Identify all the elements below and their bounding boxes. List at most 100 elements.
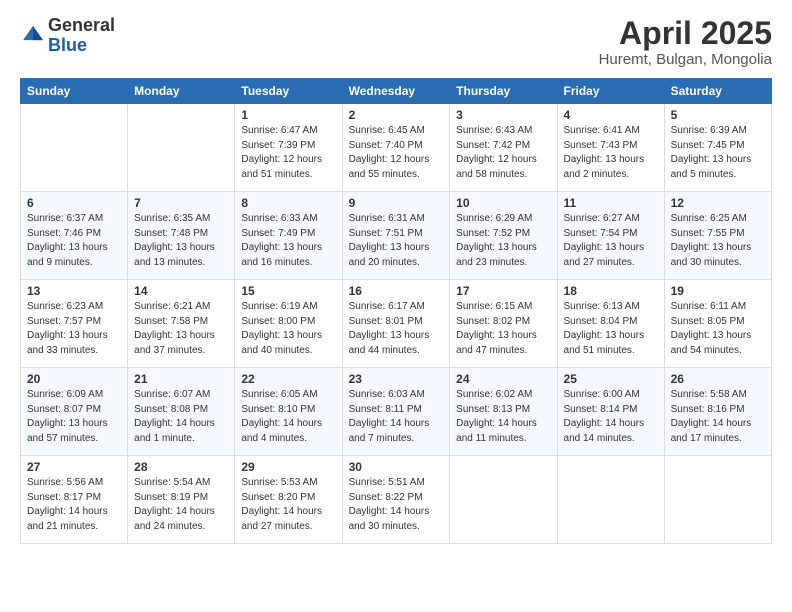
day-number: 21 — [134, 372, 228, 386]
table-row: 1 Sunrise: 6:47 AM Sunset: 7:39 PM Daylig… — [235, 104, 342, 192]
day-info: Sunrise: 6:13 AM Sunset: 8:04 PM Dayligh… — [564, 300, 658, 358]
table-row: 28Sunrise: 5:54 AM Sunset: 8:19 PM Dayli… — [128, 456, 235, 544]
day-info: Sunrise: 6:39 AM Sunset: 7:45 PM Dayligh… — [671, 124, 765, 182]
col-saturday: Saturday — [664, 79, 771, 104]
day-number: 24 — [456, 372, 550, 386]
table-row: 16 Sunrise: 6:17 AM Sunset: 8:01 PM Dayli… — [342, 280, 450, 368]
table-row: 19Sunrise: 6:11 AM Sunset: 8:05 PM Dayli… — [664, 280, 771, 368]
location: Huremt, Bulgan, Mongolia — [599, 51, 772, 68]
table-row: 6Sunrise: 6:37 AM Sunset: 7:46 PM Daylig… — [21, 192, 128, 280]
table-row: 14Sunrise: 6:21 AM Sunset: 7:58 PM Dayli… — [128, 280, 235, 368]
logo-general-text: General — [48, 15, 115, 35]
day-info: Sunrise: 6:11 AM Sunset: 8:05 PM Dayligh… — [671, 300, 765, 358]
day-info: Sunrise: 6:15 AM Sunset: 8:02 PM Dayligh… — [456, 300, 550, 358]
day-info: Sunrise: 5:53 AM Sunset: 8:20 PM Dayligh… — [241, 476, 335, 534]
col-wednesday: Wednesday — [342, 79, 450, 104]
table-row: 21 Sunrise: 6:07 AM Sunset: 8:08 PM Dayli… — [128, 368, 235, 456]
day-info: Sunrise: 6:00 AM Sunset: 8:14 PM Dayligh… — [564, 388, 658, 446]
day-info: Sunrise: 6:25 AM Sunset: 7:55 PM Dayligh… — [671, 212, 765, 270]
day-info: Sunrise: 6:43 AM Sunset: 7:42 PM Dayligh… — [456, 124, 550, 182]
day-number: 27 — [27, 460, 121, 474]
logo-blue-text: Blue — [48, 35, 87, 55]
day-number: 6 — [27, 196, 121, 210]
calendar-week-row: 27 Sunrise: 5:56 AM Sunset: 8:17 PM Dayli… — [21, 456, 772, 544]
day-info: Sunrise: 6:17 AM Sunset: 8:01 PM Dayligh… — [349, 300, 444, 358]
table-row — [128, 104, 235, 192]
day-number: 12 — [671, 196, 765, 210]
day-info: Sunrise: 6:33 AM Sunset: 7:49 PM Dayligh… — [241, 212, 335, 270]
day-info: Sunrise: 5:58 AM Sunset: 8:16 PM Dayligh… — [671, 388, 765, 446]
header: General Blue April 2025 Huremt, Bulgan, … — [20, 16, 772, 68]
day-number: 10 — [456, 196, 550, 210]
table-row: 23 Sunrise: 6:03 AM Sunset: 8:11 PM Dayli… — [342, 368, 450, 456]
day-number: 22 — [241, 372, 335, 386]
day-info: Sunrise: 6:27 AM Sunset: 7:54 PM Dayligh… — [564, 212, 658, 270]
title-block: April 2025 Huremt, Bulgan, Mongolia — [599, 16, 772, 68]
day-info: Sunrise: 6:41 AM Sunset: 7:43 PM Dayligh… — [564, 124, 658, 182]
day-number: 28 — [134, 460, 228, 474]
day-number: 18 — [564, 284, 658, 298]
day-info: Sunrise: 6:07 AM Sunset: 8:08 PM Dayligh… — [134, 388, 228, 446]
day-number: 11 — [564, 196, 658, 210]
day-info: Sunrise: 6:45 AM Sunset: 7:40 PM Dayligh… — [349, 124, 444, 182]
page: General Blue April 2025 Huremt, Bulgan, … — [0, 0, 792, 612]
table-row: 12 Sunrise: 6:25 AM Sunset: 7:55 PM Dayli… — [664, 192, 771, 280]
day-number: 23 — [349, 372, 444, 386]
table-row: 4Sunrise: 6:41 AM Sunset: 7:43 PM Daylig… — [557, 104, 664, 192]
day-number: 13 — [27, 284, 121, 298]
day-info: Sunrise: 6:31 AM Sunset: 7:51 PM Dayligh… — [349, 212, 444, 270]
table-row: 5Sunrise: 6:39 AM Sunset: 7:45 PM Daylig… — [664, 104, 771, 192]
table-row: 15 Sunrise: 6:19 AM Sunset: 8:00 PM Dayli… — [235, 280, 342, 368]
calendar-week-row: 6Sunrise: 6:37 AM Sunset: 7:46 PM Daylig… — [21, 192, 772, 280]
day-info: Sunrise: 6:19 AM Sunset: 8:00 PM Dayligh… — [241, 300, 335, 358]
day-number: 15 — [241, 284, 335, 298]
day-info: Sunrise: 6:09 AM Sunset: 8:07 PM Dayligh… — [27, 388, 121, 446]
day-number: 9 — [349, 196, 444, 210]
day-number: 29 — [241, 460, 335, 474]
table-row: 27 Sunrise: 5:56 AM Sunset: 8:17 PM Dayli… — [21, 456, 128, 544]
calendar-week-row: 13 Sunrise: 6:23 AM Sunset: 7:57 PM Dayli… — [21, 280, 772, 368]
logo: General Blue — [20, 16, 115, 56]
col-monday: Monday — [128, 79, 235, 104]
table-row: 22 Sunrise: 6:05 AM Sunset: 8:10 PM Dayli… — [235, 368, 342, 456]
table-row: 18 Sunrise: 6:13 AM Sunset: 8:04 PM Dayli… — [557, 280, 664, 368]
month-title: April 2025 — [599, 16, 772, 51]
day-number: 20 — [27, 372, 121, 386]
col-sunday: Sunday — [21, 79, 128, 104]
table-row: 17 Sunrise: 6:15 AM Sunset: 8:02 PM Dayli… — [450, 280, 557, 368]
day-info: Sunrise: 5:56 AM Sunset: 8:17 PM Dayligh… — [27, 476, 121, 534]
table-row — [664, 456, 771, 544]
table-row: 26 Sunrise: 5:58 AM Sunset: 8:16 PM Dayli… — [664, 368, 771, 456]
table-row: 29 Sunrise: 5:53 AM Sunset: 8:20 PM Dayli… — [235, 456, 342, 544]
table-row: 3 Sunrise: 6:43 AM Sunset: 7:42 PM Daylig… — [450, 104, 557, 192]
calendar-header-row: Sunday Monday Tuesday Wednesday Thursday… — [21, 79, 772, 104]
day-info: Sunrise: 6:47 AM Sunset: 7:39 PM Dayligh… — [241, 124, 335, 182]
day-number: 30 — [349, 460, 444, 474]
day-info: Sunrise: 6:23 AM Sunset: 7:57 PM Dayligh… — [27, 300, 121, 358]
day-number: 17 — [456, 284, 550, 298]
table-row: 30 Sunrise: 5:51 AM Sunset: 8:22 PM Dayli… — [342, 456, 450, 544]
day-info: Sunrise: 6:35 AM Sunset: 7:48 PM Dayligh… — [134, 212, 228, 270]
table-row: 10Sunrise: 6:29 AM Sunset: 7:52 PM Dayli… — [450, 192, 557, 280]
table-row: 8 Sunrise: 6:33 AM Sunset: 7:49 PM Daylig… — [235, 192, 342, 280]
table-row: 11 Sunrise: 6:27 AM Sunset: 7:54 PM Dayli… — [557, 192, 664, 280]
table-row: 25 Sunrise: 6:00 AM Sunset: 8:14 PM Dayli… — [557, 368, 664, 456]
table-row: 9 Sunrise: 6:31 AM Sunset: 7:51 PM Daylig… — [342, 192, 450, 280]
day-info: Sunrise: 5:51 AM Sunset: 8:22 PM Dayligh… — [349, 476, 444, 534]
col-thursday: Thursday — [450, 79, 557, 104]
calendar-table: Sunday Monday Tuesday Wednesday Thursday… — [20, 78, 772, 544]
table-row: 7 Sunrise: 6:35 AM Sunset: 7:48 PM Daylig… — [128, 192, 235, 280]
day-number: 1 — [241, 108, 335, 122]
day-info: Sunrise: 6:03 AM Sunset: 8:11 PM Dayligh… — [349, 388, 444, 446]
day-number: 16 — [349, 284, 444, 298]
day-number: 26 — [671, 372, 765, 386]
day-number: 8 — [241, 196, 335, 210]
day-number: 7 — [134, 196, 228, 210]
col-friday: Friday — [557, 79, 664, 104]
table-row — [450, 456, 557, 544]
col-tuesday: Tuesday — [235, 79, 342, 104]
day-info: Sunrise: 6:05 AM Sunset: 8:10 PM Dayligh… — [241, 388, 335, 446]
day-number: 25 — [564, 372, 658, 386]
table-row — [21, 104, 128, 192]
day-number: 3 — [456, 108, 550, 122]
